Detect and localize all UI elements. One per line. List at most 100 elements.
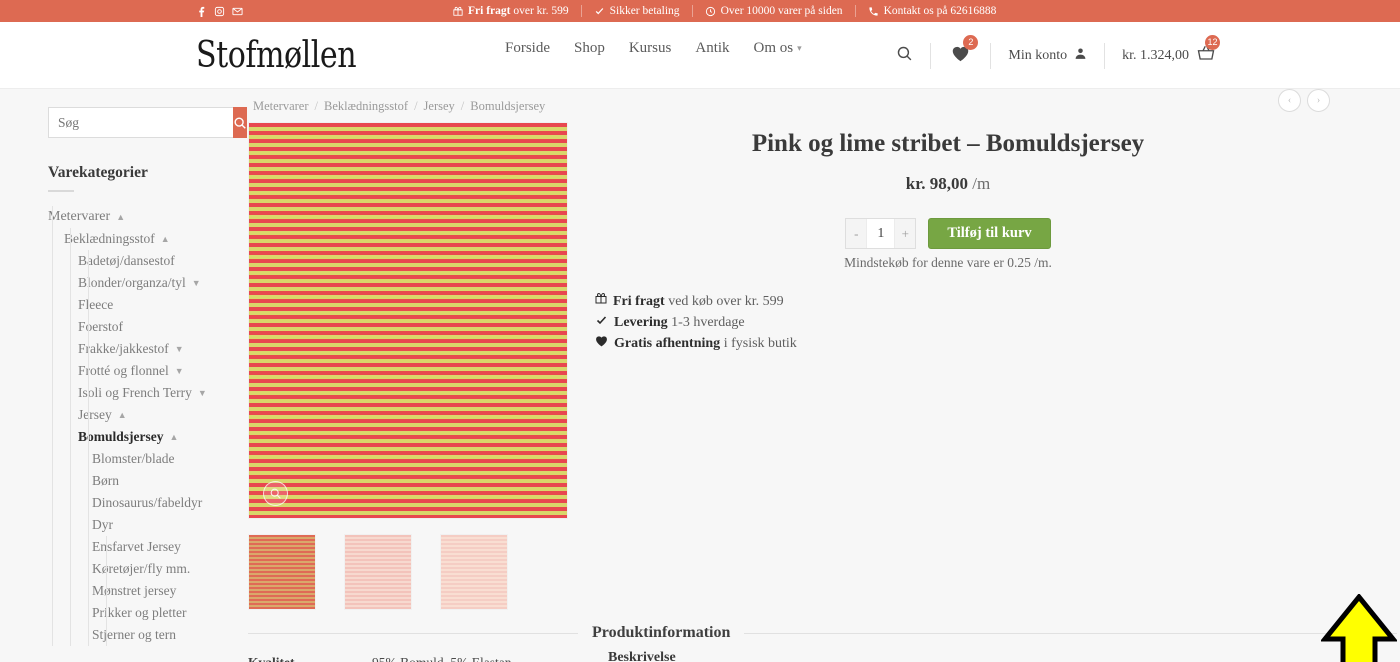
cart-link[interactable]: kr. 1.324,00 12: [1105, 34, 1220, 69]
perk-pickup: Gratis afhentning i fysisk butik: [595, 333, 1305, 354]
nav-item-forside[interactable]: Forside: [505, 40, 550, 57]
heart-icon: [595, 333, 608, 353]
sidebar-item-label: Dinosaurus/fabeldyr: [92, 495, 203, 510]
sidebar-item-bekl-dningsstof[interactable]: Beklædningsstof ▲: [48, 228, 225, 250]
sidebar-item-isoli-og-french-terry[interactable]: Isoli og French Terry ▼: [48, 382, 225, 404]
quantity-input[interactable]: [866, 219, 896, 248]
product-main: ‹ › Metervarer / Beklædningsstof / Jerse…: [245, 89, 1400, 662]
wishlist-count-badge: 2: [963, 34, 979, 50]
product-price-unit: /m: [972, 174, 991, 193]
chevron-down-icon[interactable]: ▼: [175, 364, 184, 378]
top-info-items: Fri fragt over kr. 599 Sikker betaling O…: [452, 5, 996, 17]
perk-text-delivery: 1-3 hverdage: [671, 315, 745, 330]
carousel-next-button[interactable]: ›: [1307, 89, 1330, 112]
sidebar-item-fleece[interactable]: Fleece: [48, 294, 225, 316]
sidebar-item-metervarer[interactable]: Metervarer ▲: [48, 206, 225, 228]
purchase-controls: - + Tilføj til kurv: [591, 218, 1305, 249]
breadcrumb-item-1[interactable]: Beklædningsstof: [324, 99, 408, 114]
product-price-amount: kr. 98,00: [905, 174, 968, 193]
top-info-text-payment: Sikker betaling: [609, 5, 680, 17]
quantity-increase-button[interactable]: +: [895, 219, 916, 248]
wishlist-button[interactable]: 2: [931, 34, 992, 69]
sidebar-item-bomuldsjersey[interactable]: Bomuldsjersey ▲: [48, 426, 225, 448]
nav-item-kursus[interactable]: Kursus: [629, 40, 672, 57]
nav-label-om-os: Om os: [753, 40, 794, 56]
breadcrumb-item-2[interactable]: Jersey: [424, 99, 455, 114]
gift-icon: [595, 291, 607, 311]
add-to-cart-button[interactable]: Tilføj til kurv: [928, 218, 1051, 249]
chevron-down-icon[interactable]: ▼: [198, 386, 207, 400]
breadcrumb-separator: /: [460, 99, 465, 113]
page-title: Pink og lime stribet – Bomuldsjersey: [751, 130, 1145, 157]
top-info-item-shipping: Fri fragt over kr. 599: [452, 5, 582, 17]
sidebar-item-label: Frotté og flonnel: [78, 363, 169, 378]
sidebar-item-dyr[interactable]: Dyr: [48, 514, 225, 536]
site-header: Stofmøllen Forside Shop Kursus Antik Om …: [0, 22, 1400, 89]
product-information-header: Produktinformation: [245, 624, 1400, 642]
chevron-up-icon[interactable]: ▲: [170, 430, 179, 444]
sidebar-item-ensfarvet-jersey[interactable]: Ensfarvet Jersey: [48, 536, 225, 558]
sidebar-item-stjerner-og-tern[interactable]: Stjerner og tern: [48, 624, 225, 646]
thumbnail-3[interactable]: [440, 534, 508, 610]
sidebar-item-prikker-og-pletter[interactable]: Prikker og pletter: [48, 602, 225, 624]
thumbnail-2[interactable]: [344, 534, 412, 610]
sidebar-item-frakke-jakkestof[interactable]: Frakke/jakkestof ▼: [48, 338, 225, 360]
sidebar-item-label: Fleece: [78, 297, 114, 312]
sidebar-item-label: Blomster/blade: [92, 451, 175, 466]
product-main-image[interactable]: [248, 122, 568, 519]
chevron-up-icon[interactable]: ▲: [118, 408, 127, 422]
sidebar-item-frott-og-flonnel[interactable]: Frotté og flonnel ▼: [48, 360, 225, 382]
sidebar-item-dinosaurus-fabeldyr[interactable]: Dinosaurus/fabeldyr: [48, 492, 225, 514]
sidebar-item-label: Metervarer: [48, 209, 111, 224]
minimum-order-note: Mindstekøb for denne vare er 0.25 /m.: [844, 255, 1052, 270]
nav-item-om-os[interactable]: Om os ▾: [754, 40, 802, 57]
chevron-down-icon[interactable]: ▼: [192, 276, 201, 290]
perk-text-pickup: i fysisk butik: [723, 336, 797, 351]
sidebar-item-label: Bomuldsjersey: [78, 429, 164, 444]
check-icon: [595, 312, 608, 332]
nav-label-kursus: Kursus: [628, 40, 672, 56]
breadcrumb-item-3[interactable]: Bomuldsjersey: [470, 99, 545, 114]
instagram-icon[interactable]: [214, 6, 225, 17]
sidebar-item-k-ret-jer-fly-mm[interactable]: Køretøjer/fly mm.: [48, 558, 225, 580]
product-carousel-nav: ‹ ›: [1278, 89, 1330, 112]
product-top-row: Pink og lime stribet – Bomuldsjersey kr.…: [245, 122, 1400, 610]
sidebar-item-label: Isoli og French Terry: [78, 385, 192, 400]
magnifier-icon[interactable]: [263, 481, 288, 506]
sidebar-item-badet-j-dansestof[interactable]: Badetøj/dansestof: [48, 250, 225, 272]
product-summary: Pink og lime stribet – Bomuldsjersey kr.…: [573, 122, 1400, 610]
site-logo[interactable]: Stofmøllen: [196, 34, 357, 76]
sidebar-title-rule: [48, 190, 74, 192]
sidebar-item-label: Stjerner og tern: [92, 627, 176, 642]
account-link[interactable]: Min konto: [991, 42, 1106, 69]
chevron-down-icon[interactable]: ▼: [175, 342, 184, 356]
sidebar-item-label: Dyr: [92, 517, 113, 532]
sidebar-item-b-rn[interactable]: Børn: [48, 470, 225, 492]
perk-delivery: Levering 1-3 hverdage: [595, 312, 1305, 333]
facebook-icon[interactable]: [196, 6, 207, 17]
email-icon[interactable]: [232, 6, 243, 17]
perk-bold-pickup: Gratis afhentning: [614, 336, 721, 351]
thumbnail-1[interactable]: [248, 534, 316, 610]
nav-item-antik[interactable]: Antik: [695, 40, 729, 57]
sidebar-item-blonder-organza-tyl[interactable]: Blonder/organza/tyl ▼: [48, 272, 225, 294]
nav-item-shop[interactable]: Shop: [574, 40, 605, 57]
sidebar-item-blomster-blade[interactable]: Blomster/blade: [48, 448, 225, 470]
divider-right: [744, 632, 1397, 634]
quantity-decrease-button[interactable]: -: [846, 219, 867, 248]
sidebar-item-label: Mønstret jersey: [92, 583, 177, 598]
cart-count-badge: 12: [1205, 34, 1220, 50]
sidebar-item-foerstof[interactable]: Foerstof: [48, 316, 225, 338]
divider-left: [248, 632, 578, 634]
search-input[interactable]: [48, 107, 233, 138]
search-toggle-button[interactable]: [896, 42, 932, 69]
breadcrumb-item-0[interactable]: Metervarer: [253, 99, 309, 114]
sidebar-item-label: Jersey: [78, 407, 112, 422]
carousel-prev-button[interactable]: ‹: [1278, 89, 1301, 112]
account-label: Min konto: [1008, 47, 1068, 63]
chevron-up-icon[interactable]: ▲: [161, 232, 170, 246]
sidebar-item-m-nstret-jersey[interactable]: Mønstret jersey: [48, 580, 225, 602]
product-thumbnails: [248, 534, 573, 610]
sidebar-item-jersey[interactable]: Jersey ▲: [48, 404, 225, 426]
chevron-up-icon[interactable]: ▲: [116, 210, 125, 224]
